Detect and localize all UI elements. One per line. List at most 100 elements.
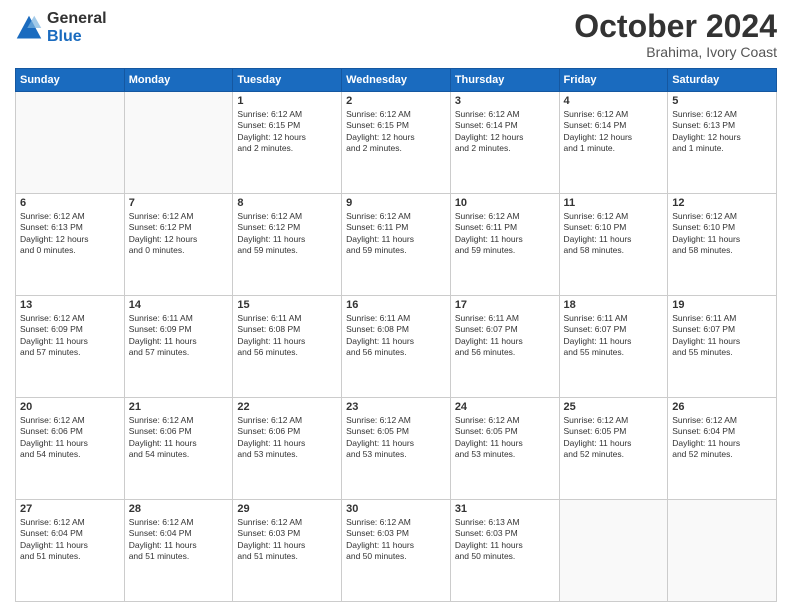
calendar-cell: 27 Sunrise: 6:12 AMSunset: 6:04 PMDayligh… — [16, 500, 125, 602]
cell-info: Sunrise: 6:12 AMSunset: 6:05 PMDaylight:… — [564, 415, 664, 461]
week-row-1: 6 Sunrise: 6:12 AMSunset: 6:13 PMDaylight… — [16, 194, 777, 296]
cell-info: Sunrise: 6:12 AMSunset: 6:14 PMDaylight:… — [564, 109, 664, 155]
day-number: 12 — [672, 197, 772, 209]
day-number: 19 — [672, 299, 772, 311]
calendar-cell: 16 Sunrise: 6:11 AMSunset: 6:08 PMDayligh… — [342, 296, 451, 398]
cell-info: Sunrise: 6:12 AMSunset: 6:04 PMDaylight:… — [672, 415, 772, 461]
calendar-cell: 19 Sunrise: 6:11 AMSunset: 6:07 PMDayligh… — [668, 296, 777, 398]
cell-info: Sunrise: 6:12 AMSunset: 6:06 PMDaylight:… — [237, 415, 337, 461]
calendar-cell: 30 Sunrise: 6:12 AMSunset: 6:03 PMDayligh… — [342, 500, 451, 602]
cell-info: Sunrise: 6:11 AMSunset: 6:08 PMDaylight:… — [346, 313, 446, 359]
cell-info: Sunrise: 6:13 AMSunset: 6:03 PMDaylight:… — [455, 517, 555, 563]
calendar-cell: 15 Sunrise: 6:11 AMSunset: 6:08 PMDayligh… — [233, 296, 342, 398]
calendar-cell: 26 Sunrise: 6:12 AMSunset: 6:04 PMDayligh… — [668, 398, 777, 500]
title-block: October 2024 Brahima, Ivory Coast — [574, 10, 777, 60]
day-number: 29 — [237, 503, 337, 515]
day-number: 15 — [237, 299, 337, 311]
day-number: 10 — [455, 197, 555, 209]
cell-info: Sunrise: 6:11 AMSunset: 6:07 PMDaylight:… — [455, 313, 555, 359]
cell-info: Sunrise: 6:12 AMSunset: 6:03 PMDaylight:… — [346, 517, 446, 563]
cell-info: Sunrise: 6:12 AMSunset: 6:04 PMDaylight:… — [20, 517, 120, 563]
calendar-cell: 2 Sunrise: 6:12 AMSunset: 6:15 PMDaylight… — [342, 92, 451, 194]
cell-info: Sunrise: 6:12 AMSunset: 6:14 PMDaylight:… — [455, 109, 555, 155]
calendar-cell: 13 Sunrise: 6:12 AMSunset: 6:09 PMDayligh… — [16, 296, 125, 398]
calendar-cell: 31 Sunrise: 6:13 AMSunset: 6:03 PMDayligh… — [450, 500, 559, 602]
cell-info: Sunrise: 6:12 AMSunset: 6:06 PMDaylight:… — [20, 415, 120, 461]
cell-info: Sunrise: 6:12 AMSunset: 6:13 PMDaylight:… — [20, 211, 120, 257]
cell-info: Sunrise: 6:11 AMSunset: 6:07 PMDaylight:… — [564, 313, 664, 359]
calendar-table: SundayMondayTuesdayWednesdayThursdayFrid… — [15, 68, 777, 602]
cell-info: Sunrise: 6:12 AMSunset: 6:11 PMDaylight:… — [346, 211, 446, 257]
day-number: 11 — [564, 197, 664, 209]
logo-icon — [15, 14, 43, 42]
logo: General Blue — [15, 10, 107, 45]
day-number: 30 — [346, 503, 446, 515]
cell-info: Sunrise: 6:12 AMSunset: 6:05 PMDaylight:… — [455, 415, 555, 461]
day-number: 1 — [237, 95, 337, 107]
day-number: 16 — [346, 299, 446, 311]
day-number: 21 — [129, 401, 229, 413]
day-number: 25 — [564, 401, 664, 413]
week-row-4: 27 Sunrise: 6:12 AMSunset: 6:04 PMDayligh… — [16, 500, 777, 602]
calendar-cell: 5 Sunrise: 6:12 AMSunset: 6:13 PMDaylight… — [668, 92, 777, 194]
cell-info: Sunrise: 6:12 AMSunset: 6:06 PMDaylight:… — [129, 415, 229, 461]
day-number: 28 — [129, 503, 229, 515]
calendar-cell: 20Sunrise: 6:12 AMSunset: 6:06 PMDayligh… — [16, 398, 125, 500]
weekday-header-friday: Friday — [559, 69, 668, 92]
calendar-cell: 14 Sunrise: 6:11 AMSunset: 6:09 PMDayligh… — [124, 296, 233, 398]
calendar-cell: 24 Sunrise: 6:12 AMSunset: 6:05 PMDayligh… — [450, 398, 559, 500]
header: General Blue October 2024 Brahima, Ivory… — [15, 10, 777, 60]
week-row-2: 13 Sunrise: 6:12 AMSunset: 6:09 PMDayligh… — [16, 296, 777, 398]
weekday-header-row: SundayMondayTuesdayWednesdayThursdayFrid… — [16, 69, 777, 92]
calendar-cell: 12 Sunrise: 6:12 AMSunset: 6:10 PMDayligh… — [668, 194, 777, 296]
day-number: 4 — [564, 95, 664, 107]
day-number: 6 — [20, 197, 120, 209]
cell-info: Sunrise: 6:12 AMSunset: 6:10 PMDaylight:… — [672, 211, 772, 257]
calendar-cell: 22Sunrise: 6:12 AMSunset: 6:06 PMDayligh… — [233, 398, 342, 500]
cell-info: Sunrise: 6:12 AMSunset: 6:13 PMDaylight:… — [672, 109, 772, 155]
calendar-cell: 8Sunrise: 6:12 AMSunset: 6:12 PMDaylight… — [233, 194, 342, 296]
week-row-3: 20Sunrise: 6:12 AMSunset: 6:06 PMDayligh… — [16, 398, 777, 500]
day-number: 26 — [672, 401, 772, 413]
cell-info: Sunrise: 6:12 AMSunset: 6:15 PMDaylight:… — [346, 109, 446, 155]
weekday-header-tuesday: Tuesday — [233, 69, 342, 92]
logo-text: General Blue — [47, 10, 107, 45]
calendar-cell: 1 Sunrise: 6:12 AMSunset: 6:15 PMDaylight… — [233, 92, 342, 194]
calendar-cell: 7Sunrise: 6:12 AMSunset: 6:12 PMDaylight… — [124, 194, 233, 296]
calendar-cell — [668, 500, 777, 602]
cell-info: Sunrise: 6:12 AMSunset: 6:04 PMDaylight:… — [129, 517, 229, 563]
day-number: 31 — [455, 503, 555, 515]
calendar-cell: 9 Sunrise: 6:12 AMSunset: 6:11 PMDaylight… — [342, 194, 451, 296]
location: Brahima, Ivory Coast — [574, 44, 777, 60]
day-number: 9 — [346, 197, 446, 209]
day-number: 24 — [455, 401, 555, 413]
day-number: 17 — [455, 299, 555, 311]
day-number: 7 — [129, 197, 229, 209]
day-number: 13 — [20, 299, 120, 311]
cell-info: Sunrise: 6:12 AMSunset: 6:12 PMDaylight:… — [237, 211, 337, 257]
calendar-cell: 21 Sunrise: 6:12 AMSunset: 6:06 PMDayligh… — [124, 398, 233, 500]
cell-info: Sunrise: 6:12 AMSunset: 6:15 PMDaylight:… — [237, 109, 337, 155]
cell-info: Sunrise: 6:11 AMSunset: 6:09 PMDaylight:… — [129, 313, 229, 359]
calendar-cell: 4 Sunrise: 6:12 AMSunset: 6:14 PMDaylight… — [559, 92, 668, 194]
calendar-cell: 3Sunrise: 6:12 AMSunset: 6:14 PMDaylight… — [450, 92, 559, 194]
calendar-cell — [559, 500, 668, 602]
cell-info: Sunrise: 6:12 AMSunset: 6:05 PMDaylight:… — [346, 415, 446, 461]
day-number: 23 — [346, 401, 446, 413]
day-number: 2 — [346, 95, 446, 107]
calendar-cell — [124, 92, 233, 194]
weekday-header-saturday: Saturday — [668, 69, 777, 92]
calendar-cell: 18 Sunrise: 6:11 AMSunset: 6:07 PMDayligh… — [559, 296, 668, 398]
calendar-cell: 29 Sunrise: 6:12 AMSunset: 6:03 PMDayligh… — [233, 500, 342, 602]
cell-info: Sunrise: 6:11 AMSunset: 6:07 PMDaylight:… — [672, 313, 772, 359]
day-number: 27 — [20, 503, 120, 515]
cell-info: Sunrise: 6:12 AMSunset: 6:03 PMDaylight:… — [237, 517, 337, 563]
cell-info: Sunrise: 6:11 AMSunset: 6:08 PMDaylight:… — [237, 313, 337, 359]
day-number: 14 — [129, 299, 229, 311]
day-number: 18 — [564, 299, 664, 311]
calendar-cell: 28 Sunrise: 6:12 AMSunset: 6:04 PMDayligh… — [124, 500, 233, 602]
cell-info: Sunrise: 6:12 AMSunset: 6:09 PMDaylight:… — [20, 313, 120, 359]
weekday-header-monday: Monday — [124, 69, 233, 92]
calendar-cell — [16, 92, 125, 194]
day-number: 5 — [672, 95, 772, 107]
